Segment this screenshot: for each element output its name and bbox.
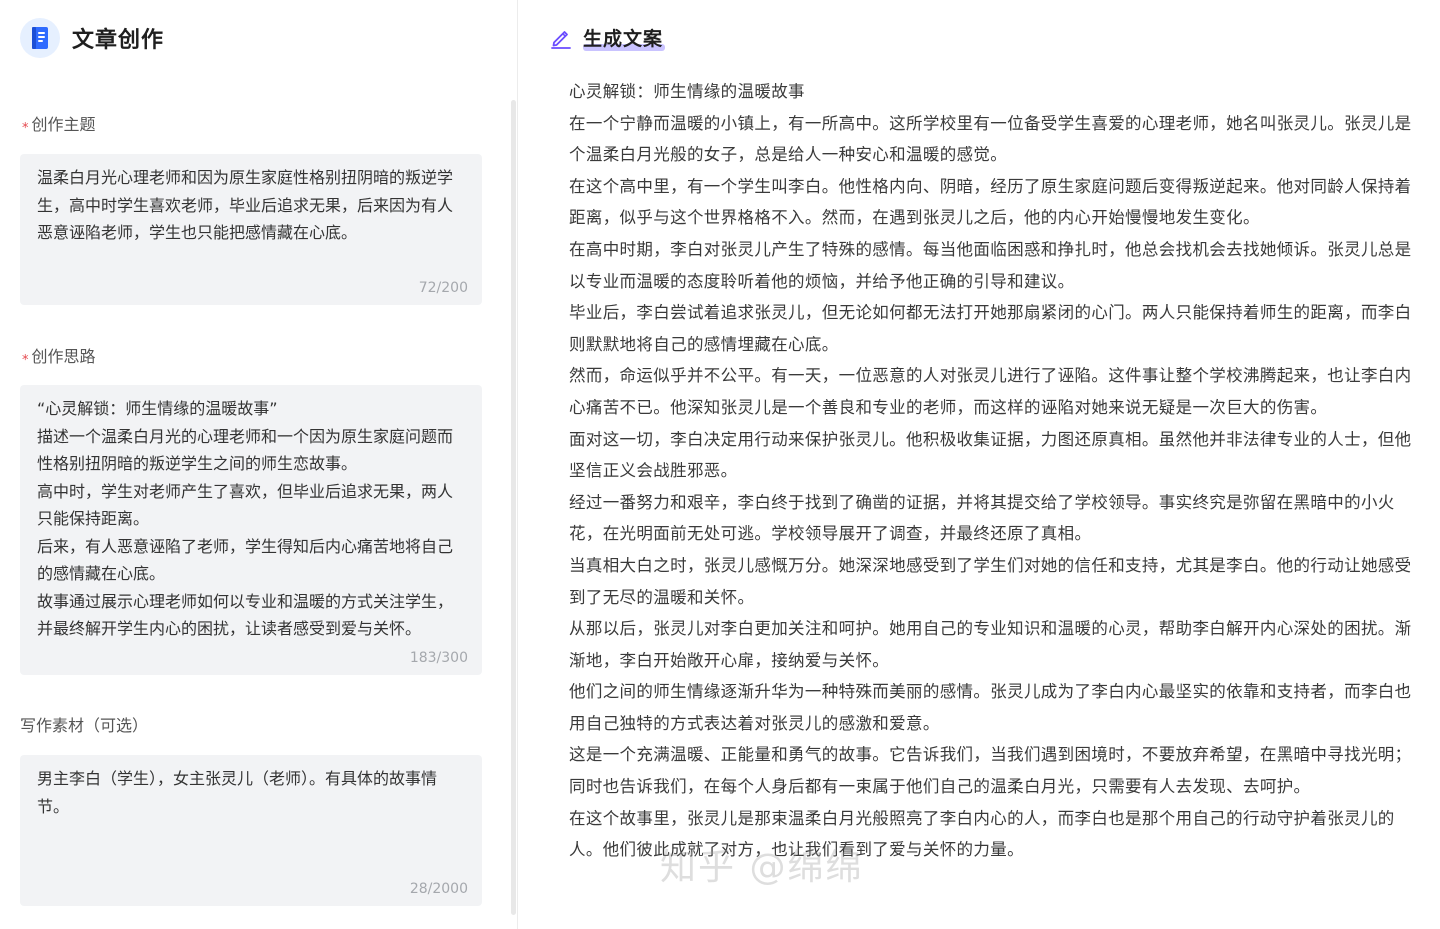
required-marker: *	[22, 121, 29, 136]
output-title: 生成文案	[583, 28, 664, 50]
article-paragraph: 从那以后，张灵儿对李白更加关注和呵护。她用自己的专业知识和温暖的心灵，帮助李白解…	[569, 619, 1412, 670]
material-text[interactable]: 男主李白（学生），女主张灵儿（老师）。有具体的故事情节。	[37, 765, 468, 820]
idea-label: * 创作思路	[22, 343, 96, 368]
idea-char-counter: 183/300	[409, 650, 468, 666]
topic-label: * 创作主题	[22, 111, 96, 136]
article-paragraph: 这是一个充满温暖、正能量和勇气的故事。它告诉我们，当我们遇到困境时，不要放弃希望…	[569, 745, 1412, 797]
pencil-icon	[551, 30, 571, 49]
output-header: 生成文案	[550, 24, 666, 51]
article-paragraph: 毕业后，李白尝试着追求张灵儿，但无论如何都无法打开她那扇紧闭的心门。两人只能保持…	[569, 303, 1412, 354]
material-textarea[interactable]: 男主李白（学生），女主张灵儿（老师）。有具体的故事情节。 28/2000	[20, 755, 482, 906]
generated-copy-panel: 生成文案 心灵解锁：师生情缘的温暖故事 在一个宁静而温暖的小镇上，有一所高中。这…	[518, 0, 1440, 929]
article-paragraph: 在这个高中里，有一个学生叫李白。他性格内向、阴暗，经历了原生家庭问题后变得叛逆起…	[569, 176, 1412, 228]
page: 文章创作 * 创作主题 温柔白月光心理老师和因为原生家庭性格别扭阴暗的叛逆学生，高…	[0, 0, 1440, 929]
generated-article: 心灵解锁：师生情缘的温暖故事 在一个宁静而温暖的小镇上，有一所高中。这所学校里有…	[569, 76, 1419, 866]
article-paragraph: 然而，命运似乎并不公平。有一天，一位恶意的人对张灵儿进行了诬陷。这件事让整个学校…	[569, 366, 1412, 417]
idea-text[interactable]: “心灵解锁：师生情缘的温暖故事” 描述一个温柔白月光的心理老师和一个因为原生家庭…	[37, 395, 468, 643]
material-label: 写作素材（可选）	[20, 716, 149, 735]
article-form-panel: 文章创作 * 创作主题 温柔白月光心理老师和因为原生家庭性格别扭阴暗的叛逆学生，高…	[0, 0, 518, 929]
article-paragraph: 面对这一切，李白决定用行动来保护张灵儿。他积极收集证据，力图还原真相。虽然他并非…	[569, 429, 1412, 481]
topic-textarea[interactable]: 温柔白月光心理老师和因为原生家庭性格别扭阴暗的叛逆学生，高中时学生喜欢老师，毕业…	[20, 154, 482, 305]
article-paragraph: 经过一番努力和艰辛，李白终于找到了确凿的证据，并将其提交给了学校领导。事实终究是…	[569, 492, 1395, 544]
topic-label-text: 创作主题	[31, 115, 96, 134]
scrollbar[interactable]	[511, 100, 516, 915]
article-paragraph: 心灵解锁：师生情缘的温暖故事	[569, 82, 805, 101]
idea-label-text: 创作思路	[31, 347, 96, 366]
book-icon	[20, 18, 60, 58]
panel-header: 文章创作	[20, 18, 164, 58]
article-paragraph: 在这个故事里，张灵儿是那束温柔白月光般照亮了李白内心的人，而李白也是那个用自己的…	[569, 808, 1395, 860]
output-title-wrap: 生成文案	[583, 24, 666, 51]
material-char-counter: 28/2000	[409, 881, 468, 897]
topic-text[interactable]: 温柔白月光心理老师和因为原生家庭性格别扭阴暗的叛逆学生，高中时学生喜欢老师，毕业…	[37, 164, 468, 247]
topic-char-counter: 72/200	[418, 280, 468, 296]
article-paragraph: 在高中时期，李白对张灵儿产生了特殊的感情。每当他面临困惑和挣扎时，他总会找机会去…	[569, 239, 1412, 291]
article-paragraph: 当真相大白之时，张灵儿感慨万分。她深深地感受到了学生们对她的信任和支持，尤其是李…	[569, 555, 1412, 607]
article-paragraph: 他们之间的师生情缘逐渐升华为一种特殊而美丽的感情。张灵儿成为了李白内心最坚实的依…	[569, 682, 1412, 733]
panel-title: 文章创作	[72, 28, 165, 53]
article-paragraph: 在一个宁静而温暖的小镇上，有一所高中。这所学校里有一位备受学生喜爱的心理老师，她…	[569, 113, 1412, 165]
required-marker: *	[22, 353, 29, 368]
idea-textarea[interactable]: “心灵解锁：师生情缘的温暖故事” 描述一个温柔白月光的心理老师和一个因为原生家庭…	[20, 385, 482, 675]
